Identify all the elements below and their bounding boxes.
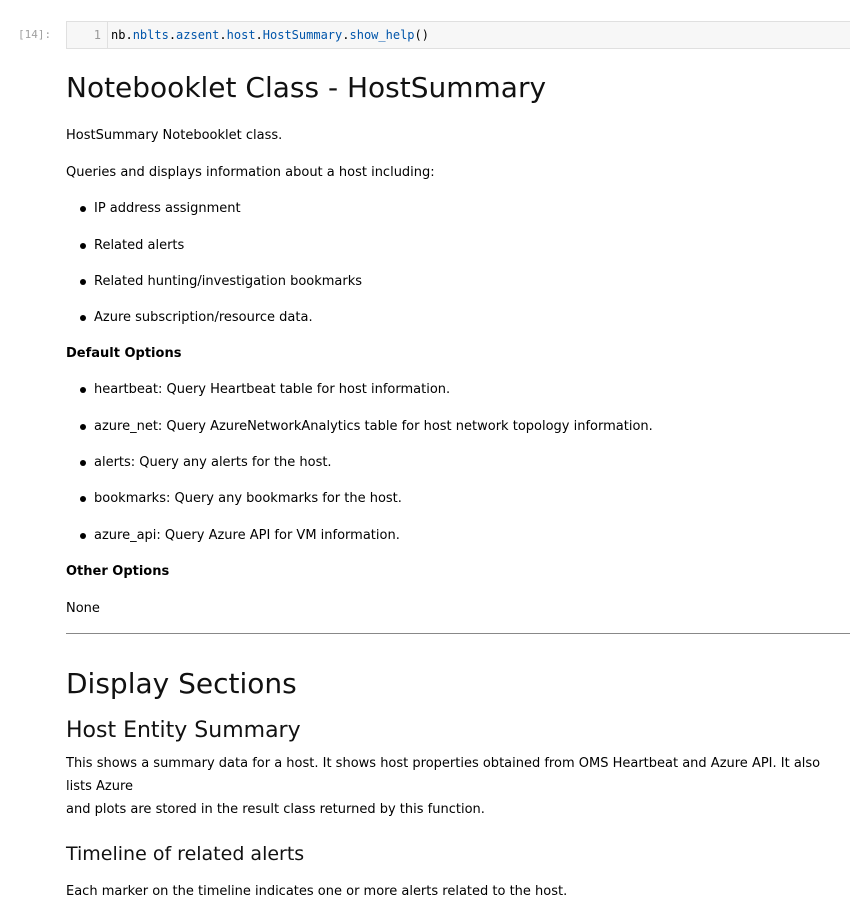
- list-item: Azure subscription/resource data.: [66, 308, 850, 328]
- code-token: nb.: [111, 28, 133, 42]
- list-item: Related alerts: [66, 236, 850, 256]
- feature-list: IP address assignment Related alerts Rel…: [66, 199, 850, 328]
- gutter-separator: [107, 22, 108, 48]
- code-token: .: [168, 28, 177, 42]
- subsection-title: Timeline of related alerts: [66, 843, 305, 865]
- list-item: alerts: Query any alerts for the host.: [66, 453, 850, 473]
- cell-execution-prompt: [14]:: [18, 28, 52, 41]
- list-item: azure_net: Query AzureNetworkAnalytics t…: [66, 417, 850, 437]
- section-heading: Other Options: [66, 564, 170, 579]
- bullet-icon: [80, 533, 86, 539]
- bullet-icon: [80, 206, 86, 212]
- host-entity-description: This shows a summary data for a host. It…: [66, 756, 821, 817]
- bullet-icon: [80, 460, 86, 466]
- bullet-icon: [80, 315, 86, 321]
- list-item: bookmarks: Query any bookmarks for the h…: [66, 489, 850, 509]
- code-token: .: [342, 28, 350, 42]
- bullet-icon: [80, 387, 86, 393]
- code-token: HostSummary: [262, 28, 343, 42]
- code-cell[interactable]: 1 nb.nblts.azsent.host.HostSummary.show_…: [66, 21, 850, 49]
- page-title: Notebooklet Class - HostSummary: [66, 71, 547, 104]
- list-item: heartbeat: Query Heartbeat table for hos…: [66, 380, 850, 400]
- code-token: host: [226, 28, 256, 42]
- code-token: (): [414, 28, 429, 42]
- list-item: IP address assignment: [66, 199, 850, 219]
- line-number: 1: [93, 28, 101, 42]
- other-options-value: None: [66, 601, 100, 616]
- code-token: .: [219, 28, 227, 42]
- list-item: Related hunting/investigation bookmarks: [66, 272, 850, 292]
- subsection-title: Host Entity Summary: [66, 718, 301, 743]
- intro-text: Queries and displays information about a…: [66, 165, 435, 180]
- bullet-icon: [80, 496, 86, 502]
- default-options-list: heartbeat: Query Heartbeat table for hos…: [66, 380, 850, 546]
- timeline-description: Each marker on the timeline indicates on…: [66, 884, 568, 899]
- code-line[interactable]: nb.nblts.azsent.host.HostSummary.show_he…: [111, 22, 429, 48]
- bullet-icon: [80, 243, 86, 249]
- markdown-output: Notebooklet Class - HostSummary HostSumm…: [66, 66, 850, 902]
- code-token: nblts: [132, 28, 169, 42]
- section-title: Display Sections: [66, 667, 297, 700]
- list-item: azure_api: Query Azure API for VM inform…: [66, 526, 850, 546]
- code-token: .: [255, 28, 263, 42]
- bullet-icon: [80, 424, 86, 430]
- code-token: azsent: [176, 28, 220, 42]
- section-heading: Default Options: [66, 346, 182, 361]
- intro-text: HostSummary Notebooklet class.: [66, 128, 283, 143]
- bullet-icon: [80, 279, 86, 285]
- code-token: show_help: [349, 28, 415, 42]
